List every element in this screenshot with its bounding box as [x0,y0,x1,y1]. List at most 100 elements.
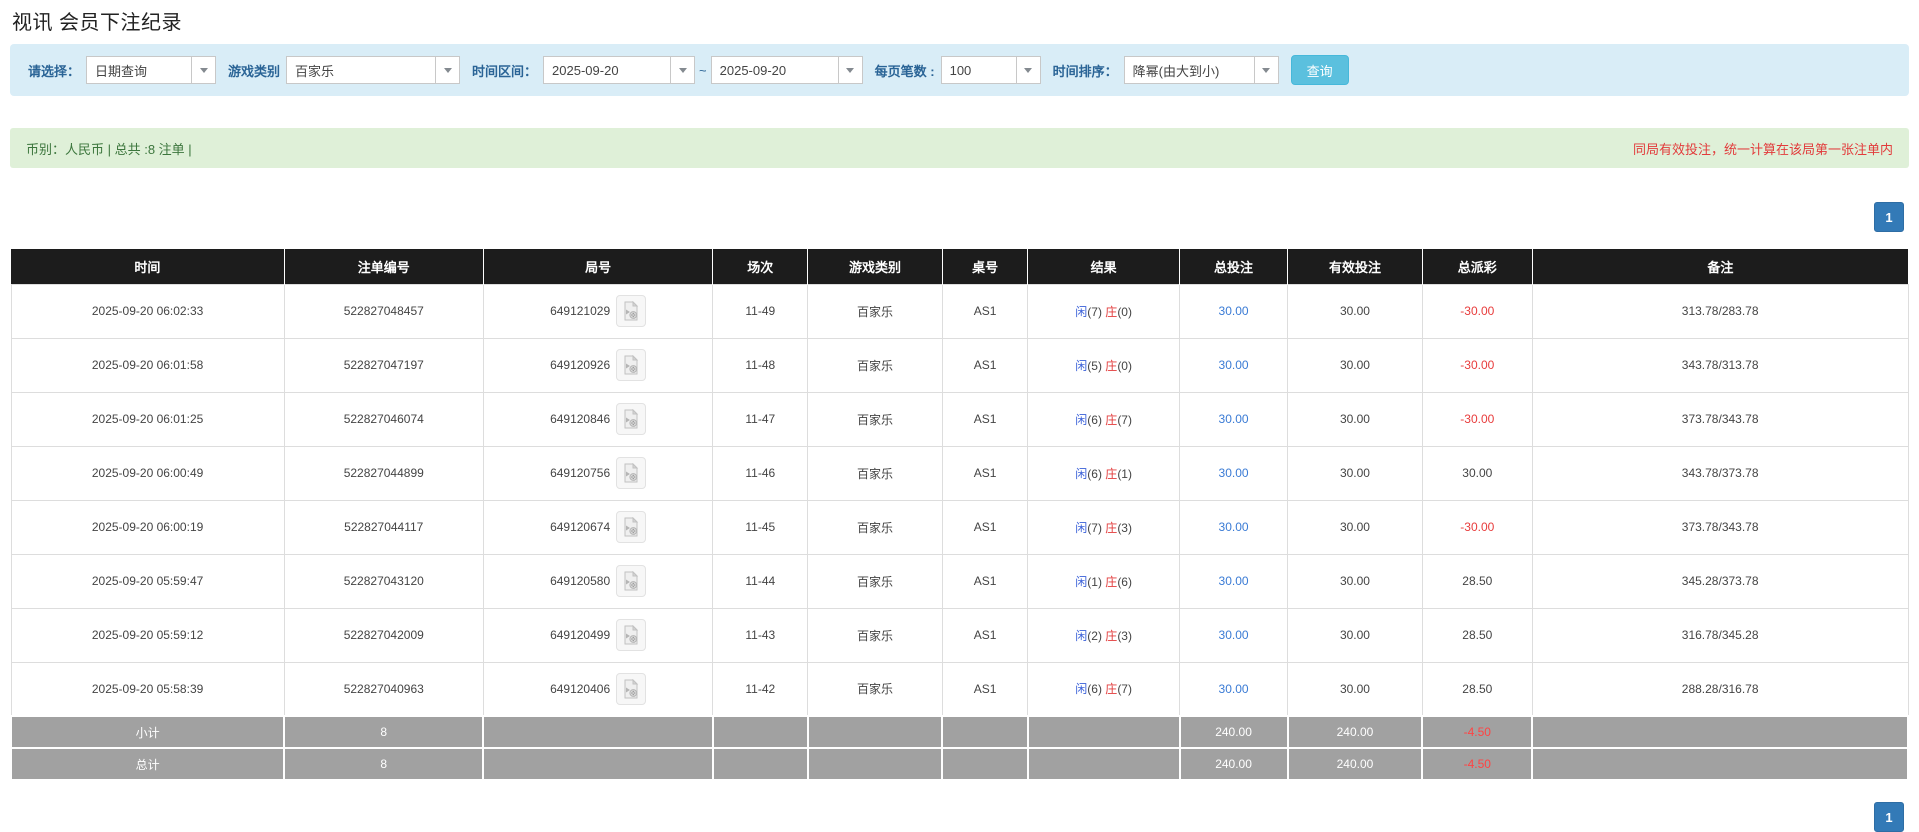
time-range-label: 时间区间： [472,63,538,79]
column-header: 场次 [712,249,809,284]
cell-remark: 316.78/345.28 [1531,607,1909,663]
subtotal-empty-cell-result [1026,715,1181,749]
cell-payout: 28.50 [1421,607,1533,663]
cell-session: 11-47 [712,391,809,447]
chevron-down-icon[interactable] [671,56,696,84]
cell-total-bet: 30.00 [1178,445,1289,501]
date-range-tilde: ~ [699,62,707,78]
cell-round-id: 649120674 [482,499,714,555]
video-replay-button[interactable] [616,619,647,651]
total-bet-link[interactable]: 30.00 [1219,412,1249,426]
date-to-value[interactable]: 2025-09-20 [710,56,839,84]
cell-valid-bet: 30.00 [1287,283,1423,339]
page-size-value[interactable]: 100 [940,56,1017,84]
result-player-label: 闲 [1075,682,1088,697]
round-id-text: 649120406 [550,681,611,696]
search-button[interactable]: 查询 [1290,55,1349,85]
game-type-dropdown[interactable]: 百家乐 [286,56,461,84]
select-mode-dropdown[interactable]: 日期查询 [86,56,217,84]
cell-time: 2025-09-20 06:01:58 [10,337,285,393]
result-banker-score: (0) [1117,304,1132,319]
subtotal-empty-cell-game-type [806,715,944,749]
sort-order-value[interactable]: 降幂(由大到小) [1123,56,1255,84]
result-player-label: 闲 [1075,628,1088,643]
cell-result: 闲(5) 庄(0) [1027,337,1180,393]
column-header: 桌号 [942,249,1029,284]
cell-payout: 30.00 [1421,445,1533,501]
cell-payout: -30.00 [1421,391,1533,447]
date-from-value[interactable]: 2025-09-20 [543,56,672,84]
total-bet-link[interactable]: 30.00 [1219,682,1249,696]
cell-bet-id: 522827048457 [283,283,484,339]
video-replay-button[interactable] [616,403,647,435]
total-bet-link[interactable]: 30.00 [1219,574,1249,588]
chevron-down-icon[interactable] [192,56,217,84]
pagination-page-1-top[interactable]: 1 [1874,202,1904,232]
cell-time: 2025-09-20 05:59:47 [10,553,285,609]
total-bet-link[interactable]: 30.00 [1219,520,1249,534]
cell-session: 11-42 [712,661,809,717]
date-from-picker[interactable]: 2025-09-20 [543,56,696,84]
video-replay-button[interactable] [616,457,647,489]
bet-records-table: 时间 注单编号 局号 场次 游戏类别 桌号 结果 总投注 有效投注 总派彩 备注 2025-09-2… [9,249,1909,781]
valid-bet-notice-text: 同局有效投注，统一计算在该局第一张注单内 [1632,141,1893,157]
column-header: 有效投注 [1287,249,1423,284]
cell-valid-bet: 30.00 [1287,499,1423,555]
date-to-picker[interactable]: 2025-09-20 [710,56,863,84]
video-replay-icon [624,355,639,375]
total-empty-cell-table-no [941,747,1029,781]
cell-time: 2025-09-20 06:00:19 [10,499,285,555]
result-player-score: (7) [1087,304,1102,319]
chevron-down-icon[interactable] [1254,56,1279,84]
total-empty-cell-session [711,747,809,781]
round-id-text: 649120674 [550,520,611,534]
video-replay-button[interactable] [616,295,647,327]
video-replay-icon [624,571,639,591]
cell-game-type: 百家乐 [807,607,943,663]
video-replay-button[interactable] [616,511,647,543]
select-mode-value[interactable]: 日期查询 [86,56,193,84]
cell-result: 闲(1) 庄(6) [1027,553,1180,609]
cell-round-id: 649120926 [482,337,714,393]
video-replay-button[interactable] [616,349,647,381]
cell-session: 11-43 [712,607,809,663]
cell-game-type: 百家乐 [807,661,943,717]
result-player-score: (6) [1087,466,1102,481]
page-size-dropdown[interactable]: 100 [940,56,1041,84]
cell-time: 2025-09-20 05:59:12 [10,607,285,663]
cell-game-type: 百家乐 [807,499,943,555]
game-type-value[interactable]: 百家乐 [286,56,437,84]
video-replay-button[interactable] [616,672,647,705]
cell-table-no: AS1 [941,499,1029,555]
cell-result: 闲(2) 庄(3) [1027,607,1180,663]
result-banker-score: (7) [1117,412,1132,427]
chevron-down-icon[interactable] [838,56,863,84]
cell-payout: -30.00 [1421,283,1533,339]
cell-table-no: AS1 [941,337,1029,393]
round-id-text: 649120926 [550,358,611,372]
cell-result: 闲(6) 庄(7) [1027,391,1180,447]
pagination-page-1-bottom[interactable]: 1 [1874,802,1904,832]
subtotal-empty-cell-session [711,715,809,749]
result-player-score: (5) [1087,358,1102,373]
total-bet-link[interactable]: 30.00 [1219,304,1249,318]
result-banker-label: 庄 [1105,520,1118,535]
cell-session: 11-48 [712,337,809,393]
chevron-down-icon[interactable] [436,56,461,84]
subtotal-empty-cell-round-id [482,715,714,749]
total-bet-link[interactable]: 30.00 [1219,628,1249,642]
result-banker-label: 庄 [1105,358,1118,373]
table-row: 2025-09-20 06:02:33 522827048457 649121029… [10,283,1909,339]
result-banker-score: (0) [1117,358,1132,373]
video-replay-button[interactable] [616,565,647,597]
total-bet-link[interactable]: 30.00 [1219,466,1249,480]
result-player-label: 闲 [1075,304,1088,319]
column-header: 游戏类别 [807,249,943,284]
chevron-down-icon[interactable] [1016,56,1041,84]
cell-result: 闲(7) 庄(3) [1027,499,1180,555]
video-replay-icon [624,678,639,699]
total-row: 总计 8 240.00 240.00 -4.50 [9,747,1909,781]
sort-order-dropdown[interactable]: 降幂(由大到小) [1123,56,1279,84]
total-bet-link[interactable]: 30.00 [1219,358,1249,372]
subtotal-count: 8 [283,715,485,749]
